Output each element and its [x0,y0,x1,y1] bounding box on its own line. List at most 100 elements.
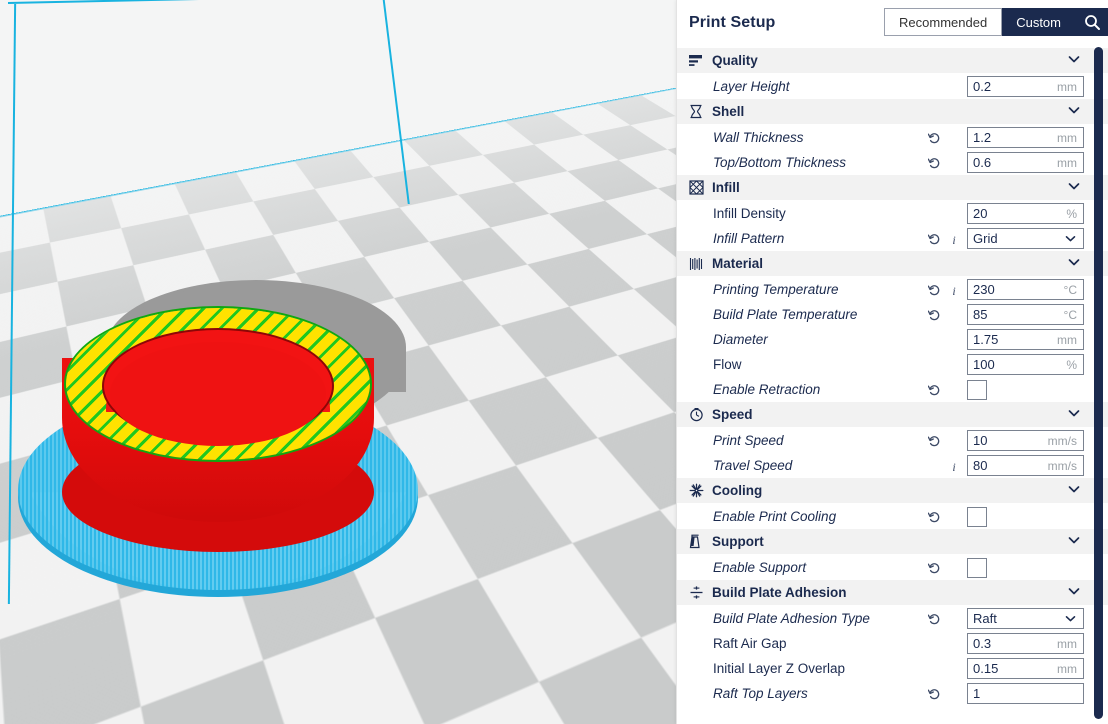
revert-icon[interactable] [928,434,941,448]
setting-label: Layer Height [713,79,928,94]
svg-text:i: i [952,460,955,473]
category-header-quality[interactable]: Quality [677,48,1108,74]
setting-row-wall-thickness: Wall Thickness 1.2 mm [677,125,1108,150]
setting-icons [928,504,960,529]
info-icon-placeholder [947,510,960,524]
info-icon-placeholder [947,434,960,448]
setting-row-print-speed: Print Speed 10 mm/s [677,428,1108,453]
revert-icon[interactable] [928,232,941,246]
revert-icon[interactable] [928,687,941,701]
input-printing-temperature[interactable]: 230 °C [967,279,1084,300]
input-value: 1 [968,686,1077,701]
input-initial-layer-z-overlap[interactable]: 0.15 mm [967,658,1084,679]
checkbox-wrap-enable-retraction [967,380,1084,400]
input-build-plate-temperature[interactable]: 85 °C [967,304,1084,325]
revert-icon[interactable] [928,510,941,524]
chevron-down-icon[interactable] [1067,103,1081,120]
revert-icon-placeholder [928,358,941,372]
chevron-down-icon[interactable] [1067,482,1081,499]
info-icon-placeholder [947,308,960,322]
setting-row-build-plate-adhesion-type: Build Plate Adhesion Type Raft [677,606,1108,631]
speed-clock-icon [687,407,705,423]
setting-row-layer-height: Layer Height 0.2 mm [677,74,1108,99]
setting-icons: i [928,277,960,302]
chevron-down-icon[interactable] [1067,179,1081,196]
revert-icon[interactable] [928,612,941,626]
model-top-hole [110,342,326,446]
setting-row-enable-retraction: Enable Retraction [677,377,1108,402]
input-raft-air-gap[interactable]: 0.3 mm [967,633,1084,654]
input-print-speed[interactable]: 10 mm/s [967,430,1084,451]
input-unit: °C [1064,283,1083,297]
mode-tabs: Recommended Custom [884,8,1108,36]
select-build-plate-adhesion-type[interactable]: Raft [967,608,1084,629]
checkbox-enable-print-cooling[interactable] [967,507,987,527]
input-top-bottom-thickness[interactable]: 0.6 mm [967,152,1084,173]
info-icon-placeholder [947,662,960,676]
category-header-infill[interactable]: Infill [677,175,1108,201]
input-unit: mm [1057,333,1083,347]
chevron-down-icon[interactable] [1067,52,1081,69]
svg-text:i: i [952,284,955,297]
setting-label: Enable Support [713,560,928,575]
setting-row-flow: Flow 100 % [677,352,1108,377]
setting-label: Infill Pattern [713,231,928,246]
input-unit: mm [1057,662,1083,676]
input-infill-density[interactable]: 20 % [967,203,1084,224]
info-icon[interactable]: i [947,283,960,297]
category-label: Speed [712,407,753,422]
setting-icons [928,681,960,706]
info-icon-placeholder [947,561,960,575]
chevron-down-icon[interactable] [1064,612,1083,625]
input-travel-speed[interactable]: 80 mm/s [967,455,1084,476]
input-wall-thickness[interactable]: 1.2 mm [967,127,1084,148]
input-value: 0.6 [968,155,1057,170]
category-header-cooling[interactable]: Cooling [677,478,1108,504]
revert-icon[interactable] [928,283,941,297]
setting-icons [928,150,960,175]
chevron-down-icon[interactable] [1067,533,1081,550]
panel-scrollbar[interactable] [1094,47,1103,719]
checkbox-enable-retraction[interactable] [967,380,987,400]
revert-icon[interactable] [928,131,941,145]
input-diameter[interactable]: 1.75 mm [967,329,1084,350]
category-header-shell[interactable]: Shell [677,99,1108,125]
select-infill-pattern[interactable]: Grid [967,228,1084,249]
setting-icons [928,377,960,402]
input-flow[interactable]: 100 % [967,354,1084,375]
tab-custom[interactable]: Custom [1002,8,1075,36]
category-header-material[interactable]: Material [677,251,1108,277]
sliced-model[interactable] [14,272,434,602]
info-icon[interactable]: i [947,459,960,473]
setting-icons [928,352,960,377]
chevron-down-icon[interactable] [1067,255,1081,272]
setting-label: Build Plate Adhesion Type [713,611,928,626]
setting-row-raft-top-layers: Raft Top Layers 1 [677,681,1108,706]
category-header-support[interactable]: Support [677,529,1108,555]
tab-recommended[interactable]: Recommended [884,8,1002,36]
setting-icons [928,125,960,150]
chevron-down-icon[interactable] [1067,584,1081,601]
revert-icon[interactable] [928,308,941,322]
category-header-speed[interactable]: Speed [677,402,1108,428]
3d-viewport[interactable] [0,0,676,724]
setting-label: Top/Bottom Thickness [713,155,928,170]
category-header-build-plate-adhesion[interactable]: Build Plate Adhesion [677,580,1108,606]
settings-list[interactable]: Quality Layer Height 0.2 mm Shell Wall Thi… [677,48,1108,724]
input-raft-top-layers[interactable]: 1 [967,683,1084,704]
chevron-down-icon[interactable] [1067,406,1081,423]
checkbox-enable-support[interactable] [967,558,987,578]
input-value: 1.2 [968,130,1057,145]
input-unit: mm [1057,156,1083,170]
revert-icon[interactable] [928,561,941,575]
input-layer-height[interactable]: 0.2 mm [967,76,1084,97]
info-icon[interactable]: i [947,232,960,246]
revert-icon[interactable] [928,156,941,170]
chevron-down-icon[interactable] [1064,232,1083,245]
adhesion-icon [687,585,705,601]
setting-icons [928,631,960,656]
panel-header: Print Setup Recommended Custom [677,0,1108,49]
revert-icon[interactable] [928,383,941,397]
input-unit: mm/s [1048,434,1083,448]
search-icon[interactable] [1075,8,1108,36]
